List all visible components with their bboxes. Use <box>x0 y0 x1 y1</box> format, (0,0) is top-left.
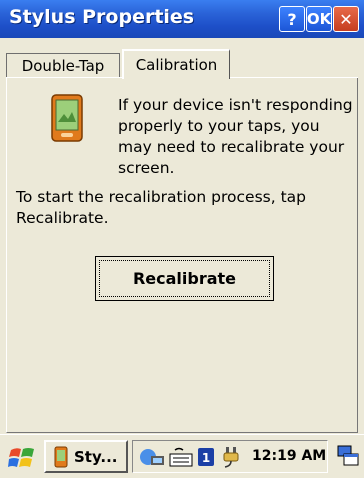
title-bar: Stylus Properties ? OK ✕ <box>0 0 364 38</box>
taskbar: Sty... 1 12:19 AM <box>0 434 364 478</box>
svg-text:1: 1 <box>202 451 210 465</box>
keyboard-icon[interactable] <box>169 446 193 468</box>
task-button-label: Sty... <box>74 447 118 466</box>
close-button[interactable]: ✕ <box>333 6 359 32</box>
tab-calibration-label: Calibration <box>135 56 218 74</box>
network-icon[interactable] <box>139 446 165 468</box>
start-menu-icon[interactable] <box>8 444 36 470</box>
close-icon: ✕ <box>339 9 353 29</box>
ok-label: OK <box>306 10 332 28</box>
help-button[interactable]: ? <box>279 6 305 32</box>
recalibrate-button[interactable]: Recalibrate <box>95 256 274 301</box>
task-app-icon <box>54 446 68 467</box>
clock[interactable]: 12:19 AM <box>252 448 326 464</box>
tab-strip: Double-Tap Calibration <box>0 47 364 79</box>
calibration-info-text: If your device isn't responding properly… <box>118 96 353 177</box>
input-panel-icon[interactable]: 1 <box>197 446 215 468</box>
tab-double-tap[interactable]: Double-Tap <box>6 53 120 77</box>
focus-ring <box>99 260 270 297</box>
calibration-instruction-text: To start the recalibration process, tap … <box>16 188 306 227</box>
help-icon: ? <box>287 9 297 29</box>
power-icon[interactable] <box>221 446 241 468</box>
tab-calibration[interactable]: Calibration <box>122 49 230 79</box>
ok-button[interactable]: OK <box>306 6 332 32</box>
window-title: Stylus Properties <box>9 6 195 28</box>
show-desktop-icon[interactable] <box>337 445 359 467</box>
tab-double-tap-label: Double-Tap <box>21 56 105 75</box>
task-button-stylus[interactable]: Sty... <box>44 440 128 473</box>
handheld-device-icon <box>51 94 83 142</box>
